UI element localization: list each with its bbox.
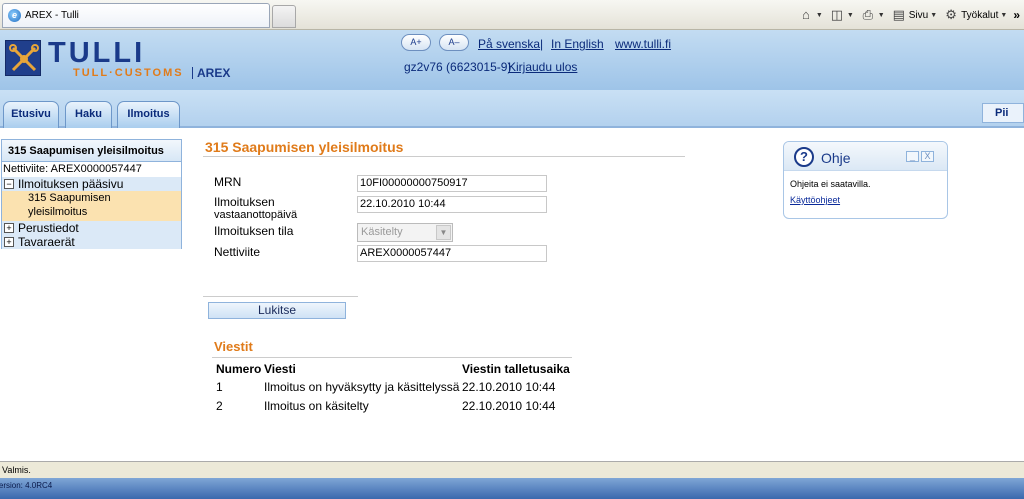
- minimize-button[interactable]: _: [906, 151, 919, 162]
- help-title: Ohje: [821, 150, 851, 166]
- sidebar-reference: Nettiviite: AREX0000057447: [3, 163, 142, 175]
- ie-favicon-icon: e: [8, 9, 21, 22]
- tree-item-label: yleisilmoitus: [28, 206, 88, 218]
- close-button[interactable]: X: [921, 151, 934, 162]
- home-icon: ⌂: [801, 7, 810, 22]
- row-number: 2: [216, 399, 223, 413]
- browser-tab[interactable]: e AREX - Tulli: [2, 3, 270, 28]
- row-message: Ilmoitus on hyväksytty ja käsittelyssä: [264, 380, 460, 394]
- page-menu[interactable]: ▤ Sivu ▼: [891, 7, 938, 23]
- browser-status-bar: Valmis.: [0, 461, 1024, 478]
- column-header-time: Viestin talletusaika: [462, 362, 570, 376]
- logout-link[interactable]: Kirjaudu ulos: [508, 60, 577, 74]
- font-increase-button[interactable]: A+: [401, 34, 431, 51]
- site-header: TULLI TULL·CUSTOMS AREX A+ A– På svenska…: [0, 30, 1024, 90]
- sidebar-title: 315 Saapumisen yleisilmoitus: [2, 140, 181, 162]
- received-date-label-line2: vastaanottopäivä: [214, 209, 298, 221]
- english-link[interactable]: In English: [551, 37, 604, 51]
- command-bar: ⌂ ▼ ◫ ▼ ⎙ ▼ ▤ Sivu ▼ ⚙ Työkalut ▼ »: [798, 5, 1020, 25]
- feeds-button[interactable]: ◫ ▼: [829, 7, 854, 23]
- version-bar: Version: 4.0RC4: [0, 478, 1024, 499]
- tools-menu-label: Työkalut: [961, 9, 999, 21]
- received-date-label: Ilmoituksen vastaanottopäivä: [214, 196, 297, 222]
- font-decrease-button[interactable]: A–: [439, 34, 469, 51]
- messages-title: Viestit: [214, 339, 253, 354]
- tulli-emblem-icon: [5, 40, 41, 76]
- tools-menu[interactable]: ⚙ Työkalut ▼: [943, 7, 1007, 23]
- swedish-link[interactable]: På svenska: [478, 37, 540, 51]
- tab-ilmoitus[interactable]: Ilmoitus: [117, 101, 180, 128]
- reference-label: Nettiviite: [214, 245, 261, 259]
- mrn-field[interactable]: 10FI00000000750917: [357, 175, 547, 192]
- mrn-label: MRN: [214, 175, 242, 189]
- logo-text: TULLI: [48, 37, 146, 69]
- chevron-down-icon: ▼: [436, 225, 451, 240]
- lock-button[interactable]: Lukitse: [208, 302, 346, 319]
- tab-etusivu[interactable]: Etusivu: [3, 101, 59, 128]
- lock-divider: [203, 296, 358, 297]
- page-icon: ▤: [892, 7, 905, 22]
- status-select-value: Käsitelty: [361, 226, 403, 238]
- help-text: Ohjeita ei saatavilla.: [790, 179, 871, 189]
- tree-item-basic-info[interactable]: + Perustiedot: [2, 221, 181, 235]
- column-header-number: Numero: [216, 362, 262, 376]
- reference-field[interactable]: AREX0000057447: [357, 245, 547, 262]
- help-panel: ? Ohje _ X Ohjeita ei saatavilla. Käyttö…: [783, 141, 948, 219]
- status-select[interactable]: Käsitelty ▼: [357, 223, 453, 242]
- browser-tab-title: AREX - Tulli: [25, 10, 79, 21]
- received-date-label-line1: Ilmoituksen: [214, 195, 275, 209]
- expand-icon[interactable]: +: [4, 237, 14, 247]
- user-info: gz2v76 (6623015-9): [404, 60, 512, 74]
- browser-toolbar: e AREX - Tulli ⌂ ▼ ◫ ▼ ⎙ ▼ ▤ Sivu ▼ ⚙ Työkalut…: [0, 0, 1024, 30]
- tree-item-goods[interactable]: + Tavaraerät: [2, 235, 181, 249]
- question-icon: ?: [794, 147, 814, 167]
- messages-divider: [212, 357, 572, 358]
- page-menu-label: Sivu: [908, 9, 929, 21]
- tree-item-main-page[interactable]: − Ilmoituksen pääsivu: [2, 177, 181, 191]
- link-separator: |: [540, 37, 544, 51]
- tab-haku[interactable]: Haku: [65, 101, 112, 128]
- version-text: Version: 4.0RC4: [0, 481, 53, 490]
- received-date-field[interactable]: 22.10.2010 10:44: [357, 196, 547, 213]
- tree-item-label: Perustiedot: [18, 221, 79, 235]
- print-button[interactable]: ⎙ ▼: [860, 7, 885, 23]
- column-header-message: Viesti: [264, 362, 296, 376]
- nav-right-button[interactable]: Pii: [982, 103, 1024, 123]
- row-time: 22.10.2010 10:44: [462, 399, 556, 413]
- home-button[interactable]: ⌂ ▼: [798, 7, 823, 23]
- more-commands-button[interactable]: »: [1013, 8, 1020, 22]
- tree-item-label: Ilmoituksen pääsivu: [18, 177, 124, 191]
- page-title: 315 Saapumisen yleisilmoitus: [205, 139, 404, 155]
- row-message: Ilmoitus on käsitelty: [264, 399, 369, 413]
- gear-icon: ⚙: [945, 7, 957, 22]
- app-name: AREX: [192, 67, 230, 79]
- help-header: ? Ohje _ X: [784, 142, 947, 171]
- tulli-site-link[interactable]: www.tulli.fi: [615, 37, 671, 51]
- status-label: Ilmoituksen tila: [214, 224, 294, 238]
- new-tab-button[interactable]: [272, 5, 296, 28]
- tree-item-label: Tavaraerät: [18, 235, 75, 249]
- row-time: 22.10.2010 10:44: [462, 380, 556, 394]
- logo-subtitle: TULL·CUSTOMS: [73, 67, 184, 79]
- feeds-icon: ◫: [830, 7, 843, 22]
- main-navigation: Etusivu Haku Ilmoitus Pii: [0, 90, 1024, 128]
- title-divider: [203, 156, 685, 157]
- tree-item-label: 315 Saapumisen: [28, 192, 111, 204]
- expand-icon[interactable]: +: [4, 223, 14, 233]
- user-guide-link[interactable]: Käyttöohjeet: [790, 195, 840, 205]
- collapse-icon[interactable]: −: [4, 179, 14, 189]
- row-number: 1: [216, 380, 223, 394]
- sidebar: 315 Saapumisen yleisilmoitus Nettiviite:…: [1, 139, 182, 249]
- tree-item-selected[interactable]: 315 Saapumisen yleisilmoitus: [2, 191, 181, 221]
- print-icon: ⎙: [862, 7, 873, 22]
